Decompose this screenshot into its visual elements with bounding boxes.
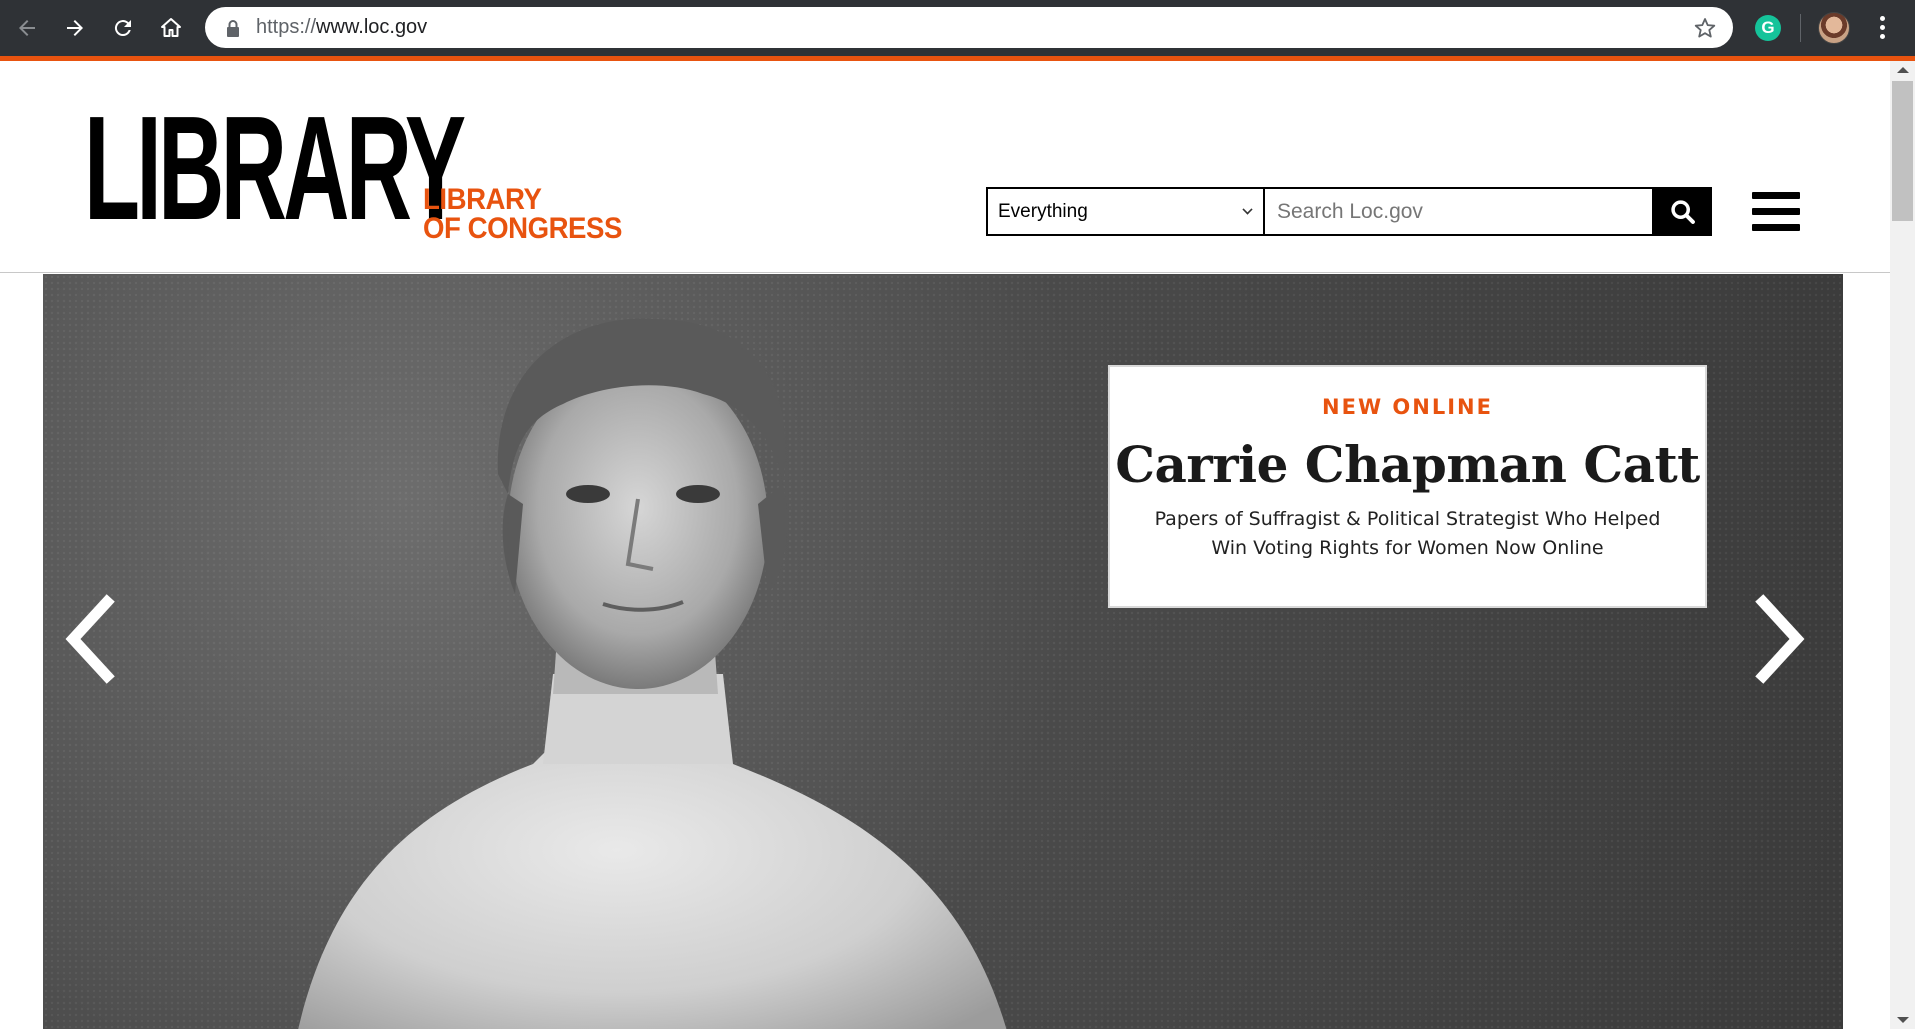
reload-button[interactable] xyxy=(105,10,141,46)
address-url: https://www.loc.gov xyxy=(256,7,427,48)
carousel-next-button[interactable] xyxy=(1753,594,1809,684)
toolbar-divider xyxy=(1800,14,1801,42)
carousel-prev-button[interactable] xyxy=(61,594,117,684)
search-placeholder: Search Loc.gov xyxy=(1277,200,1423,223)
feature-description: Papers of Suffragist & Political Strateg… xyxy=(1154,508,1661,559)
lock-icon xyxy=(227,20,239,37)
forward-button[interactable] xyxy=(57,10,93,46)
scroll-up-icon[interactable] xyxy=(1897,67,1909,73)
logo-subtitle-line2: OF CONGRESS xyxy=(423,212,622,245)
site-header: LIBRARY LIBRARY OF CONGRESS Everything S… xyxy=(0,61,1890,273)
portrait-image xyxy=(298,318,1007,1029)
search-icon xyxy=(1670,199,1695,224)
search-scope-select[interactable]: Everything xyxy=(986,187,1264,236)
profile-avatar[interactable] xyxy=(1818,12,1850,44)
reload-icon xyxy=(114,20,131,37)
menu-hamburger-icon[interactable] xyxy=(1752,192,1800,232)
feature-title[interactable]: Carrie Chapman Catt xyxy=(1110,435,1705,495)
search-button[interactable] xyxy=(1653,187,1712,236)
site-logo[interactable]: LIBRARY xyxy=(84,89,466,243)
grammarly-extension-icon[interactable]: G xyxy=(1755,15,1781,41)
back-button[interactable] xyxy=(9,10,45,46)
page-scrollbar[interactable] xyxy=(1890,61,1915,1029)
arrow-right-icon xyxy=(67,20,83,36)
feature-card[interactable]: NEW ONLINE Carrie Chapman Catt Papers of… xyxy=(1108,365,1707,608)
arrow-left-icon xyxy=(19,20,35,36)
url-protocol: https:// xyxy=(256,16,317,38)
chevron-right-icon xyxy=(1755,594,1805,684)
home-icon xyxy=(161,18,181,37)
home-button[interactable] xyxy=(153,10,189,46)
logo-subtitle-line1: LIBRARY xyxy=(423,183,542,216)
page-content: LIBRARY LIBRARY OF CONGRESS Everything S… xyxy=(0,61,1890,1029)
search-scope-value: Everything xyxy=(998,201,1088,222)
scroll-down-icon[interactable] xyxy=(1897,1017,1909,1023)
address-bar[interactable]: https://www.loc.gov xyxy=(205,7,1733,48)
bookmark-star-icon[interactable] xyxy=(1693,16,1717,40)
feature-kicker: NEW ONLINE xyxy=(1322,395,1493,419)
chevron-left-icon xyxy=(65,594,115,684)
logo-subtitle[interactable]: LIBRARY OF CONGRESS xyxy=(423,183,622,245)
browser-menu-icon[interactable] xyxy=(1870,12,1894,44)
browser-toolbar: https://www.loc.gov G xyxy=(0,0,1915,56)
scrollbar-thumb[interactable] xyxy=(1892,81,1913,221)
logo-wordmark: LIBRARY xyxy=(84,86,466,251)
chevron-down-icon xyxy=(1242,204,1253,215)
url-host: www.loc.gov xyxy=(316,16,428,38)
search-input[interactable]: Search Loc.gov xyxy=(1263,187,1654,236)
